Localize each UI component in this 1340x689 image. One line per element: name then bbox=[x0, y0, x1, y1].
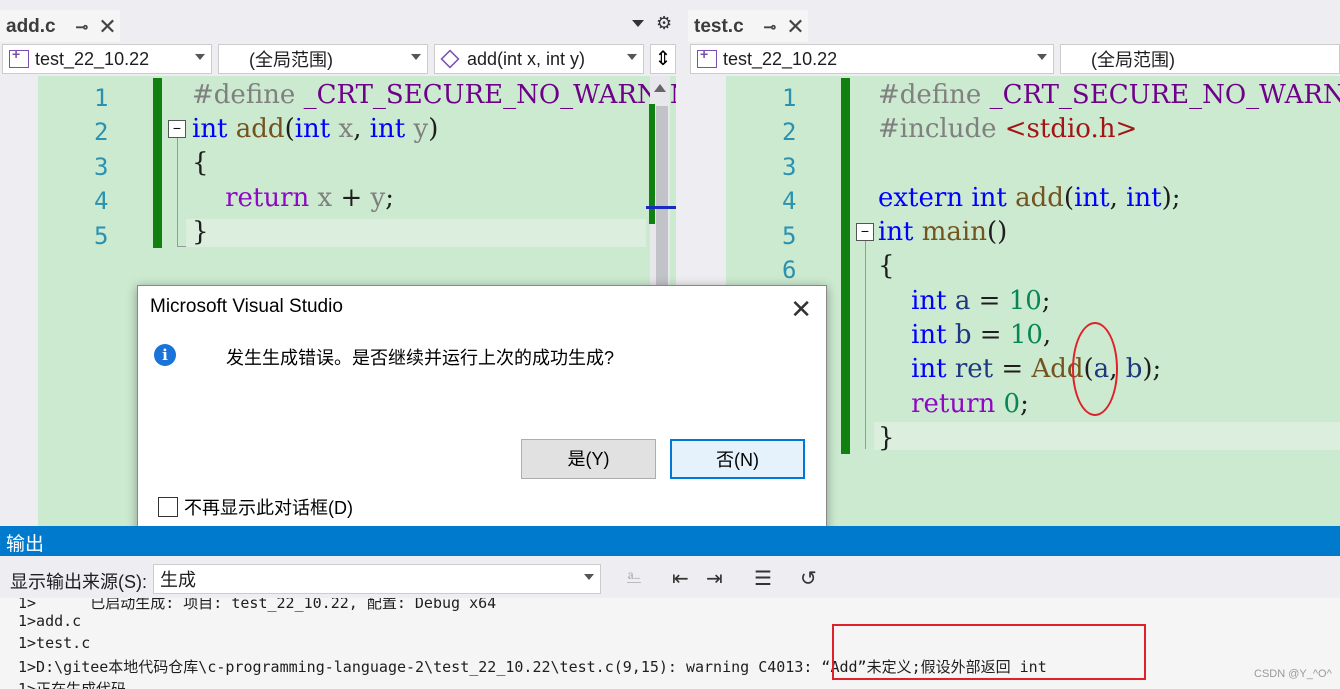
yes-button[interactable]: 是(Y) bbox=[521, 439, 656, 479]
output-title-label: 输出 bbox=[6, 534, 45, 555]
caret-position-marker bbox=[646, 206, 676, 209]
clear-all-icon[interactable]: ☰ bbox=[754, 566, 772, 591]
source-value: 生成 bbox=[160, 570, 196, 590]
code-line-1: #define _CRT_SECURE_NO_WARNINGS bbox=[192, 80, 676, 110]
scope-dropdown-right[interactable]: (全局范围) bbox=[1060, 44, 1340, 74]
scope-label: (全局范围) bbox=[249, 50, 333, 70]
output-text[interactable]: 1> 已启动生成: 项目: test_22_10.22, 配置: Debug x… bbox=[0, 598, 1340, 689]
tab-label: add.c bbox=[6, 16, 56, 37]
function-icon bbox=[440, 49, 460, 69]
output-line: 1> 已启动生成: 项目: test_22_10.22, 配置: Debug x… bbox=[18, 598, 497, 612]
project-icon bbox=[697, 46, 717, 68]
close-icon[interactable]: ✕ bbox=[790, 294, 812, 325]
no-button[interactable]: 否(N) bbox=[670, 439, 805, 479]
split-icon[interactable]: ⇕ bbox=[650, 44, 676, 74]
next-message-icon[interactable]: ⇥ bbox=[706, 566, 723, 591]
chevron-down-icon bbox=[584, 574, 594, 580]
output-panel-title: 输出 bbox=[0, 526, 1340, 556]
line-number: 3 bbox=[94, 153, 109, 181]
code-line-9: int ret = Add(a, b); bbox=[911, 354, 1162, 384]
outline-line bbox=[865, 241, 866, 449]
dont-show-again[interactable]: 不再显示此对话框(D) bbox=[158, 494, 353, 520]
tab-overflow-icon[interactable] bbox=[632, 20, 644, 27]
project-icon bbox=[9, 46, 29, 68]
output-line: 1>add.c bbox=[18, 612, 82, 630]
outline-end bbox=[177, 246, 186, 247]
dialog-message: 发生生成错误。是否继续并运行上次的成功生成? bbox=[226, 348, 615, 368]
line-number: 4 bbox=[782, 187, 797, 215]
line-number: 3 bbox=[782, 153, 797, 181]
annotation-box bbox=[832, 624, 1146, 680]
code-line-2: int add(int x, int y) bbox=[192, 114, 439, 144]
output-line: 1>正在生成代码... bbox=[18, 680, 154, 689]
line-number: 6 bbox=[782, 256, 797, 284]
watermark: CSDN @Y_^O^ bbox=[1254, 668, 1332, 680]
chevron-down-icon bbox=[411, 54, 421, 60]
source-label: 显示输出来源(S): bbox=[10, 572, 147, 592]
checkbox-label: 不再显示此对话框(D) bbox=[184, 498, 353, 518]
output-line: 1>test.c bbox=[18, 634, 91, 652]
checkbox[interactable] bbox=[158, 497, 178, 517]
scroll-up-icon[interactable] bbox=[654, 84, 666, 92]
member-label: add(int x, int y) bbox=[467, 48, 586, 69]
output-source-dropdown[interactable]: 生成 bbox=[153, 564, 601, 594]
code-line-4: return x + y; bbox=[225, 183, 394, 213]
close-icon[interactable]: ✕ bbox=[98, 14, 116, 40]
chevron-down-icon bbox=[195, 54, 205, 60]
member-dropdown[interactable]: add(int x, int y) bbox=[434, 44, 644, 74]
glyph-margin bbox=[0, 76, 38, 526]
line-number: 5 bbox=[94, 222, 109, 250]
line-number: 2 bbox=[94, 118, 109, 146]
line-number: 2 bbox=[782, 118, 797, 146]
outline-line bbox=[177, 138, 178, 246]
change-bar bbox=[841, 78, 850, 454]
collapse-icon[interactable]: − bbox=[856, 223, 874, 241]
project-dropdown[interactable]: test_22_10.22 bbox=[2, 44, 212, 74]
tab-label: test.c bbox=[694, 16, 744, 37]
collapse-icon[interactable]: − bbox=[168, 120, 186, 138]
tab-test-c[interactable]: test.c ⊸ ✕ bbox=[688, 10, 808, 42]
gear-icon[interactable]: ⚙ bbox=[656, 13, 672, 34]
current-line-highlight bbox=[874, 422, 1340, 450]
code-line-8: int b = 10, bbox=[911, 320, 1052, 350]
chevron-down-icon bbox=[627, 54, 637, 60]
scope-dropdown[interactable]: (全局范围) bbox=[218, 44, 428, 74]
code-line-1: #define _CRT_SECURE_NO_WARNINGS bbox=[878, 80, 1340, 110]
line-number: 5 bbox=[782, 222, 797, 250]
code-line-11: } bbox=[878, 423, 895, 453]
code-line-7: int a = 10; bbox=[911, 286, 1051, 316]
pin-icon[interactable]: ⊸ bbox=[764, 18, 777, 36]
chevron-down-icon bbox=[1037, 54, 1047, 60]
info-icon: i bbox=[154, 344, 176, 366]
line-number: 1 bbox=[782, 84, 797, 112]
build-error-dialog: Microsoft Visual Studio ✕ i 发生生成错误。是否继续并… bbox=[137, 285, 827, 542]
project-dropdown-right[interactable]: test_22_10.22 bbox=[690, 44, 1054, 74]
word-wrap-icon[interactable]: ↺ bbox=[800, 566, 817, 591]
code-line-2: #include <stdio.h> bbox=[878, 114, 1138, 144]
code-line-5: int main() bbox=[878, 217, 1008, 247]
dialog-title: Microsoft Visual Studio bbox=[138, 286, 826, 330]
tab-add-c[interactable]: add.c ⊸ ✕ bbox=[0, 10, 120, 42]
current-line-highlight bbox=[186, 219, 646, 247]
code-line-5: } bbox=[192, 217, 209, 247]
code-line-3: { bbox=[192, 148, 209, 178]
change-bar bbox=[153, 78, 162, 248]
find-message-icon[interactable]: ⎁ bbox=[626, 566, 642, 589]
annotation-ellipse bbox=[1072, 322, 1118, 416]
code-line-10: return 0; bbox=[911, 389, 1029, 419]
prev-message-icon[interactable]: ⇤ bbox=[672, 566, 689, 591]
line-number: 1 bbox=[94, 84, 109, 112]
code-line-4: extern int add(int, int); bbox=[878, 183, 1181, 213]
line-number: 4 bbox=[94, 187, 109, 215]
project-label: test_22_10.22 bbox=[35, 48, 150, 69]
code-line-6: { bbox=[878, 251, 895, 281]
pin-icon[interactable]: ⊸ bbox=[76, 18, 89, 36]
project-label: test_22_10.22 bbox=[723, 48, 838, 69]
scope-label: (全局范围) bbox=[1091, 50, 1175, 70]
close-icon[interactable]: ✕ bbox=[786, 14, 804, 40]
